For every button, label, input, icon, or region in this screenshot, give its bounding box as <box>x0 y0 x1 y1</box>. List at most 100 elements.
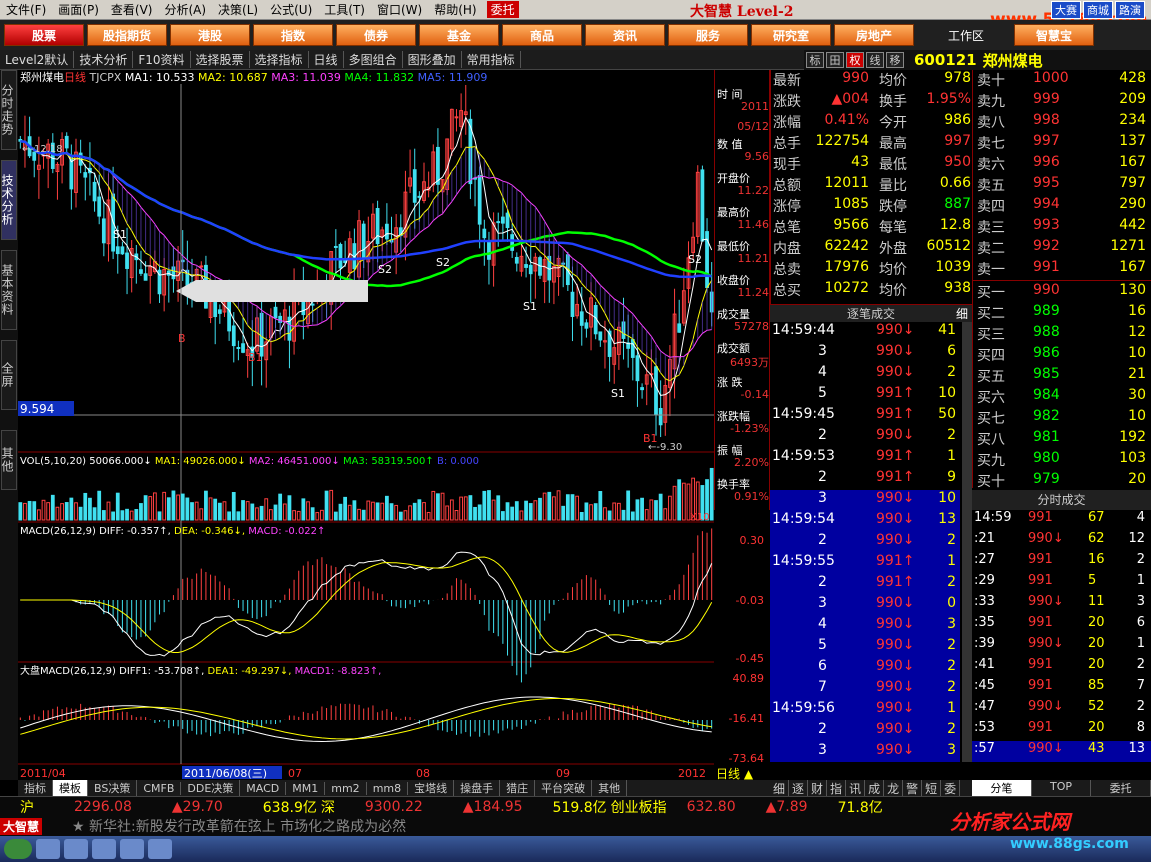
mid-tab-8[interactable]: 短 <box>922 780 942 796</box>
toolbar-3[interactable]: 选择股票 <box>191 51 250 68</box>
nav-6[interactable]: 商品 <box>502 24 582 46</box>
toolbar-8[interactable]: 常用指标 <box>462 51 521 68</box>
ind-tab-12[interactable]: 平台突破 <box>535 780 593 796</box>
mid-tab-7[interactable]: 警 <box>903 780 923 796</box>
mid-tab-1[interactable]: 逐 <box>789 780 809 796</box>
stock-btn-0[interactable]: 标 <box>806 52 824 68</box>
menu-item-7[interactable]: 窗口(W) <box>371 1 428 18</box>
stock-btn-1[interactable]: 田 <box>826 52 844 68</box>
menu-item-6[interactable]: 工具(T) <box>318 1 371 18</box>
mid-tab-9[interactable]: 委 <box>941 780 961 796</box>
book-row-4[interactable]: 卖六 996 167 <box>973 154 1151 175</box>
book-row-0[interactable]: 卖十 1000 428 <box>973 70 1151 91</box>
mid-tab-6[interactable]: 龙 <box>884 780 904 796</box>
tick-detail-button[interactable]: 细 <box>956 305 968 323</box>
book-row-8[interactable]: 卖二 992 1271 <box>973 238 1151 259</box>
toolbar-2[interactable]: F10资料 <box>133 51 191 68</box>
ind-tab-13[interactable]: 其他 <box>592 780 628 796</box>
folder-icon[interactable] <box>64 839 88 859</box>
menu-item-5[interactable]: 公式(U) <box>264 1 318 18</box>
ind-tab-8[interactable]: mm8 <box>367 781 409 795</box>
period-label[interactable]: 日线 ▲ <box>716 767 754 780</box>
menu-item-4[interactable]: 决策(L) <box>212 1 264 18</box>
tick-scrollbar[interactable] <box>962 322 972 762</box>
menu-item-0[interactable]: 文件(F) <box>0 1 52 18</box>
mid-tab-0[interactable]: 细 <box>770 780 790 796</box>
order-button[interactable]: 委托 <box>486 1 519 18</box>
toolbar-0[interactable]: Level2默认 <box>0 51 75 68</box>
menu-right-1[interactable]: 商城 <box>1083 1 1113 19</box>
book-row-5[interactable]: 卖五 995 797 <box>973 175 1151 196</box>
rtab-1[interactable]: TOP <box>1032 780 1092 796</box>
nav-4[interactable]: 债券 <box>336 24 416 46</box>
book-row-17[interactable]: 买八 981 192 <box>973 429 1151 450</box>
rtab-2[interactable]: 委托 <box>1091 780 1151 796</box>
ind-tab-11[interactable]: 猎庄 <box>500 780 536 796</box>
nav-3[interactable]: 指数 <box>253 24 333 46</box>
ind-tab-1[interactable]: 模板 <box>53 780 88 796</box>
mid-tab-5[interactable]: 成 <box>865 780 885 796</box>
side-tab-4[interactable]: 其他 <box>0 430 17 490</box>
nav-7[interactable]: 资讯 <box>585 24 665 46</box>
book-row-2[interactable]: 卖八 998 234 <box>973 112 1151 133</box>
nav-10[interactable]: 房地产 <box>834 24 914 46</box>
mid-tab-2[interactable]: 财 <box>808 780 828 796</box>
book-row-7[interactable]: 卖三 993 442 <box>973 217 1151 238</box>
book-row-9[interactable]: 卖一 991 167 <box>973 259 1151 280</box>
ind-tab-5[interactable]: MACD <box>240 781 287 795</box>
book-row-1[interactable]: 卖九 999 209 <box>973 91 1151 112</box>
menu-right-2[interactable]: 路演 <box>1115 1 1145 19</box>
book-row-11[interactable]: 买二 989 16 <box>973 303 1151 324</box>
book-row-18[interactable]: 买九 980 103 <box>973 450 1151 471</box>
menu-item-3[interactable]: 分析(A) <box>158 1 212 18</box>
book-row-19[interactable]: 买十 979 20 <box>973 471 1151 492</box>
chrome-icon[interactable] <box>120 839 144 859</box>
stock-btn-4[interactable]: 移 <box>886 52 904 68</box>
kline-chart[interactable]: 郑州煤电日线 TJCPX MA1: 10.533 MA2: 10.687 MA3… <box>18 70 714 780</box>
ind-tab-9[interactable]: 宝塔线 <box>408 780 455 796</box>
book-row-14[interactable]: 买五 985 21 <box>973 366 1151 387</box>
ind-tab-6[interactable]: MM1 <box>286 781 326 795</box>
nav-2[interactable]: 港股 <box>170 24 250 46</box>
toolbar-7[interactable]: 图形叠加 <box>403 51 462 68</box>
rtab-0[interactable]: 分笔 <box>972 780 1032 796</box>
stock-btn-3[interactable]: 线 <box>866 52 884 68</box>
mid-tab-4[interactable]: 讯 <box>846 780 866 796</box>
mid-tab-3[interactable]: 指 <box>827 780 847 796</box>
zhb-button[interactable]: 智慧宝 <box>1014 24 1094 46</box>
start-icon[interactable] <box>4 839 32 859</box>
workspace-label[interactable]: 工作区 <box>948 27 984 44</box>
nav-8[interactable]: 服务 <box>668 24 748 46</box>
ind-tab-3[interactable]: CMFB <box>137 781 182 795</box>
book-row-6[interactable]: 卖四 994 290 <box>973 196 1151 217</box>
toolbar-5[interactable]: 日线 <box>309 51 344 68</box>
nav-5[interactable]: 基金 <box>419 24 499 46</box>
qq-icon[interactable] <box>148 839 172 859</box>
ind-tab-2[interactable]: BS决策 <box>88 780 138 796</box>
menu-right-0[interactable]: 大赛 <box>1051 1 1081 19</box>
ind-tab-7[interactable]: mm2 <box>325 781 367 795</box>
ie-icon[interactable] <box>36 839 60 859</box>
side-tab-2[interactable]: 基本资料 <box>0 250 17 330</box>
side-tab-1[interactable]: 技术分析 <box>0 160 17 240</box>
toolbar-6[interactable]: 多图组合 <box>344 51 403 68</box>
menu-item-8[interactable]: 帮助(H) <box>428 1 482 18</box>
book-row-3[interactable]: 卖七 997 137 <box>973 133 1151 154</box>
menu-item-1[interactable]: 画面(P) <box>52 1 105 18</box>
menu-item-2[interactable]: 查看(V) <box>105 1 159 18</box>
nav-9[interactable]: 研究室 <box>751 24 831 46</box>
ind-tab-4[interactable]: DDE决策 <box>181 780 241 796</box>
book-row-12[interactable]: 买三 988 12 <box>973 324 1151 345</box>
toolbar-1[interactable]: 技术分析 <box>74 51 134 68</box>
book-row-10[interactable]: 买一 990 130 <box>973 282 1151 303</box>
nav-1[interactable]: 股指期货 <box>87 24 167 46</box>
app-icon[interactable] <box>92 839 116 859</box>
book-row-15[interactable]: 买六 984 30 <box>973 387 1151 408</box>
side-tab-0[interactable]: 分时走势 <box>0 70 17 150</box>
stock-btn-2[interactable]: 权 <box>846 52 864 68</box>
book-row-16[interactable]: 买七 982 10 <box>973 408 1151 429</box>
book-row-13[interactable]: 买四 986 10 <box>973 345 1151 366</box>
ind-tab-10[interactable]: 操盘手 <box>454 780 501 796</box>
toolbar-4[interactable]: 选择指标 <box>250 51 309 68</box>
ind-tab-0[interactable]: 指标 <box>18 780 53 796</box>
